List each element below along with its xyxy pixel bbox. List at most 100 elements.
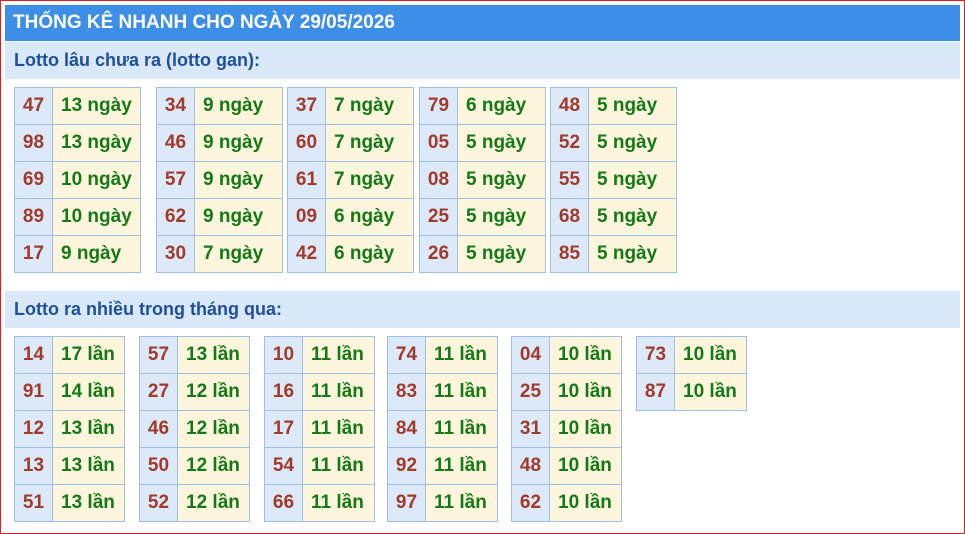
lotto-group: 74 11 lần 83 11 lần 84 11 lần 92 11 lần 97 11 lần xyxy=(387,336,498,522)
table-row: 69 10 ngày xyxy=(14,161,141,199)
table-row: 27 12 lần xyxy=(139,373,250,411)
table-row: 08 5 ngày xyxy=(419,161,546,199)
lotto-number: 13 xyxy=(14,447,53,485)
lotto-group: 47 13 ngày 98 13 ngày 69 10 ngày 89 10 ngày 17 9 … xyxy=(14,87,141,273)
lotto-number: 89 xyxy=(14,198,53,236)
lotto-group: 79 6 ngày 05 5 ngày 08 5 ngày 25 5 ngày 26 5 ngày xyxy=(419,87,546,273)
lotto-count: 6 ngày xyxy=(325,198,414,236)
lotto-count: 12 lần xyxy=(177,373,250,411)
table-row: 55 5 ngày xyxy=(550,161,677,199)
lotto-number: 83 xyxy=(387,373,426,411)
lotto-number: 46 xyxy=(156,124,195,162)
stats-panel: THỐNG KÊ NHANH CHO NGÀY 29/05/2026 Lotto… xyxy=(0,0,965,534)
lotto-group: 10 11 lần 16 11 lần 17 11 lần 54 11 lần 66 11 lần xyxy=(264,336,375,522)
table-row: 85 5 ngày xyxy=(550,235,677,273)
lotto-count: 11 lần xyxy=(425,410,498,448)
table-row: 60 7 ngày xyxy=(287,124,414,162)
lotto-count: 7 ngày xyxy=(325,124,414,162)
lotto-number: 91 xyxy=(14,373,53,411)
lotto-number: 57 xyxy=(156,161,195,199)
lotto-count: 9 ngày xyxy=(194,87,283,125)
lotto-count: 5 ngày xyxy=(588,198,677,236)
lotto-number: 46 xyxy=(139,410,178,448)
table-row: 31 10 lần xyxy=(511,410,622,448)
table-row: 47 13 ngày xyxy=(14,87,141,125)
table-row: 61 7 ngày xyxy=(287,161,414,199)
lotto-count: 10 lần xyxy=(549,336,622,374)
table-row: 48 5 ngày xyxy=(550,87,677,125)
lotto-number: 42 xyxy=(287,235,326,273)
lotto-number: 68 xyxy=(550,198,589,236)
lotto-number: 48 xyxy=(550,87,589,125)
lotto-number: 84 xyxy=(387,410,426,448)
lotto-count: 12 lần xyxy=(177,484,250,522)
table-row: 10 11 lần xyxy=(264,336,375,374)
lotto-number: 61 xyxy=(287,161,326,199)
table-row: 50 12 lần xyxy=(139,447,250,485)
table-row: 46 9 ngày xyxy=(156,124,283,162)
page-title: THỐNG KÊ NHANH CHO NGÀY 29/05/2026 xyxy=(5,5,960,41)
lotto-number: 69 xyxy=(14,161,53,199)
lotto-number: 57 xyxy=(139,336,178,374)
lotto-number: 31 xyxy=(511,410,550,448)
lotto-number: 25 xyxy=(419,198,458,236)
lotto-number: 60 xyxy=(287,124,326,162)
section-header-lotto-frequent: Lotto ra nhiều trong tháng qua: xyxy=(5,291,960,328)
table-row: 57 9 ngày xyxy=(156,161,283,199)
lotto-number: 17 xyxy=(14,235,53,273)
table-row: 62 9 ngày xyxy=(156,198,283,236)
table-row: 54 11 lần xyxy=(264,447,375,485)
table-row: 83 11 lần xyxy=(387,373,498,411)
table-row: 91 14 lần xyxy=(14,373,125,411)
lotto-group: 37 7 ngày 60 7 ngày 61 7 ngày 09 6 ngày 42 6 ngày xyxy=(287,87,414,273)
lotto-number: 85 xyxy=(550,235,589,273)
table-row: 12 13 lần xyxy=(14,410,125,448)
table-row: 14 17 lần xyxy=(14,336,125,374)
lotto-count: 6 ngày xyxy=(457,87,546,125)
table-row: 97 11 lần xyxy=(387,484,498,522)
lotto-number: 50 xyxy=(139,447,178,485)
lotto-group: 04 10 lần 25 10 lần 31 10 lần 48 10 lần 62 10 lần xyxy=(511,336,622,522)
lotto-count: 13 lần xyxy=(52,447,125,485)
lotto-number: 08 xyxy=(419,161,458,199)
lotto-number: 26 xyxy=(419,235,458,273)
lotto-count: 7 ngày xyxy=(325,87,414,125)
lotto-number: 17 xyxy=(264,410,303,448)
lotto-number: 27 xyxy=(139,373,178,411)
lotto-count: 13 lần xyxy=(177,336,250,374)
lotto-count: 13 ngày xyxy=(52,124,141,162)
table-row: 52 12 lần xyxy=(139,484,250,522)
table-row: 25 10 lần xyxy=(511,373,622,411)
lotto-count: 13 ngày xyxy=(52,87,141,125)
table-row: 66 11 lần xyxy=(264,484,375,522)
lotto-count: 10 lần xyxy=(549,484,622,522)
table-row: 05 5 ngày xyxy=(419,124,546,162)
lotto-count: 11 lần xyxy=(425,484,498,522)
lotto-number: 62 xyxy=(156,198,195,236)
lotto-count: 9 ngày xyxy=(194,198,283,236)
lotto-number: 87 xyxy=(636,373,675,411)
table-row: 34 9 ngày xyxy=(156,87,283,125)
table-row: 13 13 lần xyxy=(14,447,125,485)
lotto-count: 11 lần xyxy=(425,336,498,374)
lotto-count: 5 ngày xyxy=(588,87,677,125)
table-row: 68 5 ngày xyxy=(550,198,677,236)
table-row: 84 11 lần xyxy=(387,410,498,448)
table-row: 25 5 ngày xyxy=(419,198,546,236)
lotto-group: 14 17 lần 91 14 lần 12 13 lần 13 13 lần 51 13 lần xyxy=(14,336,125,522)
lotto-count: 6 ngày xyxy=(325,235,414,273)
lotto-number: 92 xyxy=(387,447,426,485)
lotto-number: 52 xyxy=(139,484,178,522)
table-row: 30 7 ngày xyxy=(156,235,283,273)
table-row: 37 7 ngày xyxy=(287,87,414,125)
lotto-number: 09 xyxy=(287,198,326,236)
table-row: 16 11 lần xyxy=(264,373,375,411)
lotto-count: 14 lần xyxy=(52,373,125,411)
table-row: 87 10 lần xyxy=(636,373,747,411)
lotto-count: 5 ngày xyxy=(457,235,546,273)
lotto-count: 11 lần xyxy=(302,484,375,522)
lotto-number: 54 xyxy=(264,447,303,485)
lotto-number: 47 xyxy=(14,87,53,125)
lotto-count: 12 lần xyxy=(177,447,250,485)
lotto-count: 9 ngày xyxy=(194,124,283,162)
